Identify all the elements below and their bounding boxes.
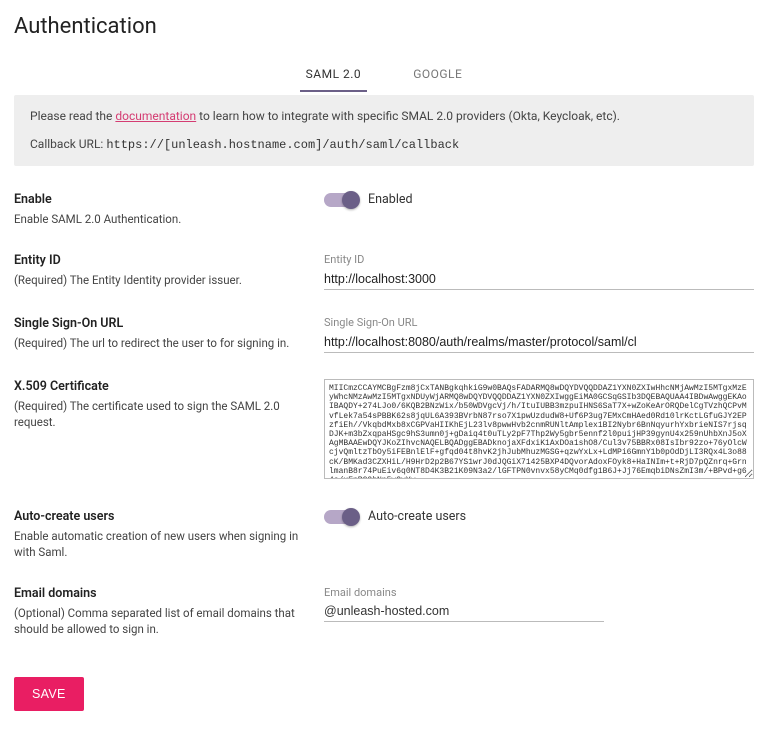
domains-input[interactable] [324,601,604,622]
enable-toggle-label: Enabled [368,192,413,207]
enable-desc: Enable SAML 2.0 Authentication. [14,211,304,227]
sso-label: Single Sign-On URL [324,316,754,329]
domains-desc: (Optional) Comma separated list of email… [14,605,304,637]
auth-tabs: SAML 2.0 GOOGLE [14,57,754,91]
enable-title: Enable [14,192,304,207]
save-button[interactable]: SAVE [14,677,84,711]
domains-title: Email domains [14,586,304,601]
enable-toggle[interactable] [324,193,358,207]
documentation-link[interactable]: documentation [115,109,196,123]
info-box: Please read the documentation to learn h… [14,95,754,166]
domains-label: Email domains [324,586,754,599]
sso-input[interactable] [324,331,754,353]
info-text: Please read the documentation to learn h… [30,109,738,123]
autocreate-title: Auto-create users [14,509,304,524]
sso-desc: (Required) The url to redirect the user … [14,335,304,351]
entity-id-title: Entity ID [14,253,304,268]
cert-title: X.509 Certificate [14,379,304,394]
entity-id-input[interactable] [324,268,754,290]
autocreate-toggle-label: Auto-create users [368,509,466,524]
cert-desc: (Required) The certificate used to sign … [14,398,304,430]
entity-id-label: Entity ID [324,253,754,266]
tab-google[interactable]: GOOGLE [407,57,468,91]
sso-title: Single Sign-On URL [14,316,304,331]
page-title: Authentication [14,14,754,39]
entity-id-desc: (Required) The Entity Identity provider … [14,272,304,288]
callback-url: https://[unleash.hostname.com]/auth/saml… [106,138,459,152]
callback-line: Callback URL: https://[unleash.hostname.… [30,137,738,152]
cert-textarea[interactable] [324,379,754,479]
autocreate-desc: Enable automatic creation of new users w… [14,528,304,560]
autocreate-toggle[interactable] [324,510,358,524]
tab-saml[interactable]: SAML 2.0 [300,57,368,91]
